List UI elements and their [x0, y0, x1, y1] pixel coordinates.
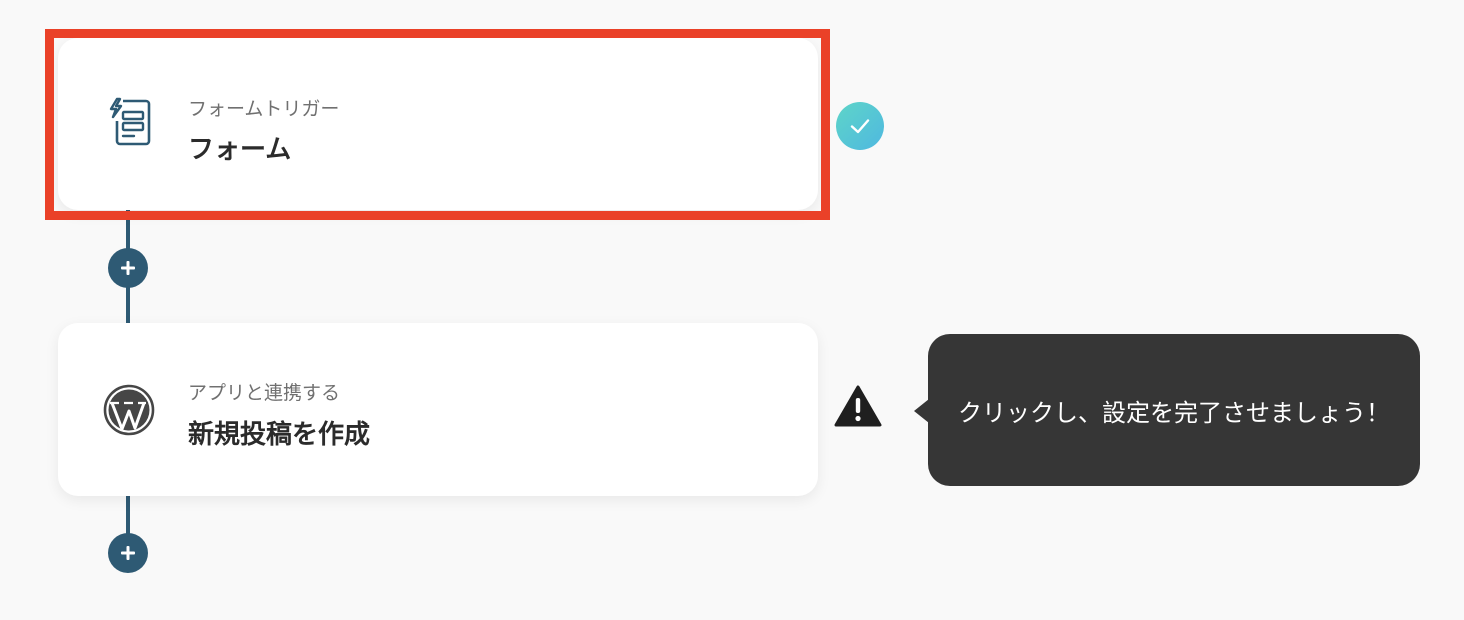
setup-tooltip: クリックし、設定を完了させましょう！ — [928, 334, 1420, 486]
step-type-label: フォームトリガー — [188, 98, 340, 120]
flow-step-card-form-trigger[interactable]: フォームトリガー フォーム — [58, 38, 818, 210]
step-title: 新規投稿を作成 — [188, 420, 371, 450]
form-trigger-icon — [102, 95, 156, 149]
tooltip-arrow — [914, 399, 929, 423]
check-circle-icon — [836, 102, 884, 150]
plus-icon — [121, 546, 135, 560]
warning-icon — [834, 384, 882, 428]
add-step-button[interactable] — [108, 248, 148, 288]
wordpress-icon — [102, 383, 156, 437]
add-step-button[interactable] — [108, 533, 148, 573]
flow-step-card-wordpress[interactable]: アプリと連携する 新規投稿を作成 — [58, 323, 818, 496]
plus-icon — [121, 261, 135, 275]
step-title: フォーム — [188, 135, 292, 165]
tooltip-text: クリックし、設定を完了させましょう！ — [958, 398, 1390, 427]
step-type-label: アプリと連携する — [188, 382, 341, 404]
